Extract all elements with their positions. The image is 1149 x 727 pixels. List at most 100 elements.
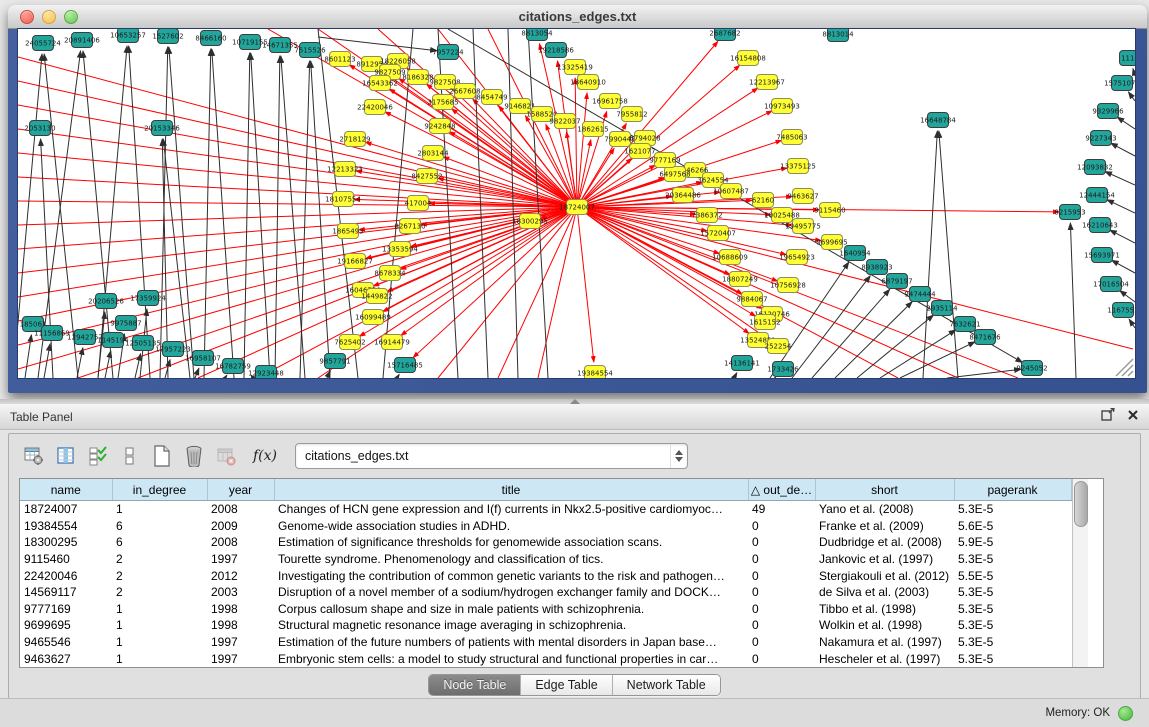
table-cell[interactable]: 0: [748, 650, 815, 667]
table-cell[interactable]: 18300295: [20, 534, 112, 551]
table-row[interactable]: 946362711997Embryonic stem cells: a mode…: [20, 650, 1071, 667]
table-cell[interactable]: 5.3E-5: [954, 601, 1071, 618]
citation-edge-red[interactable]: [577, 207, 594, 362]
window-titlebar[interactable]: citations_edges.txt: [8, 5, 1147, 29]
delete-table-icon[interactable]: [213, 443, 239, 469]
citation-edge[interactable]: [1133, 69, 1135, 76]
scrollbar-thumb[interactable]: [1074, 481, 1088, 527]
table-cell[interactable]: 1: [112, 617, 207, 634]
column-header-pagerank[interactable]: pagerank: [954, 479, 1071, 501]
tab-edge-table[interactable]: Edge Table: [521, 675, 612, 695]
citation-edge[interactable]: [1117, 117, 1135, 129]
table-cell[interactable]: Structural magnetic resonance image aver…: [274, 617, 748, 634]
table-cell[interactable]: 5.6E-5: [954, 518, 1071, 535]
zoom-window-button[interactable]: [64, 10, 78, 24]
table-cell[interactable]: 18724007: [20, 501, 112, 518]
table-cell[interactable]: 6: [112, 518, 207, 535]
column-header-out_de[interactable]: △ out_de…: [748, 479, 815, 501]
citation-edge[interactable]: [1129, 319, 1135, 328]
table-row[interactable]: 969969511998Structural magnetic resonanc…: [20, 617, 1071, 634]
table-cell[interactable]: de Silva et al. (2003): [815, 584, 954, 601]
table-cell[interactable]: 2: [112, 584, 207, 601]
citation-edge-red[interactable]: [18, 153, 577, 207]
table-cell[interactable]: Estimation of the future numbers of pati…: [274, 634, 748, 651]
citation-edge[interactable]: [25, 335, 31, 378]
table-cell[interactable]: 1: [112, 601, 207, 618]
citation-edge[interactable]: [792, 276, 870, 378]
row-height-icon[interactable]: [117, 443, 143, 469]
table-row[interactable]: 1830029562008Estimation of significance …: [20, 534, 1071, 551]
table-cell[interactable]: Tibbo et al. (1998): [815, 601, 954, 618]
close-panel-icon[interactable]: [1127, 409, 1139, 421]
table-cell[interactable]: 9465546: [20, 634, 112, 651]
table-cell[interactable]: 0: [748, 634, 815, 651]
table-cell[interactable]: Wolkin et al. (1998): [815, 617, 954, 634]
table-settings-icon[interactable]: [21, 443, 47, 469]
table-cell[interactable]: Yano et al. (2008): [815, 501, 954, 518]
table-cell[interactable]: Nakamura et al. (1997): [815, 634, 954, 651]
node-table-grid[interactable]: namein_degreeyeartitle△ out_de…shortpage…: [20, 479, 1072, 667]
column-header-short[interactable]: short: [815, 479, 954, 501]
tab-node-table[interactable]: Node Table: [429, 675, 521, 695]
citation-edge[interactable]: [734, 373, 737, 378]
table-cell[interactable]: 5.9E-5: [954, 534, 1071, 551]
table-cell[interactable]: 2008: [207, 501, 274, 518]
table-cell[interactable]: 0: [748, 601, 815, 618]
table-row[interactable]: 911546021997Tourette syndrome. Phenomeno…: [20, 551, 1071, 568]
column-header-year[interactable]: year: [207, 479, 274, 501]
citation-edge[interactable]: [1120, 291, 1135, 302]
delete-column-icon[interactable]: [181, 443, 207, 469]
table-cell[interactable]: 2: [112, 567, 207, 584]
citation-edge[interactable]: [1111, 143, 1135, 156]
citation-edge-red[interactable]: [577, 207, 778, 281]
citation-edge[interactable]: [251, 53, 270, 378]
table-cell[interactable]: 0: [748, 551, 815, 568]
citation-edge-red[interactable]: [385, 112, 577, 207]
citation-edge[interactable]: [775, 377, 776, 378]
table-cell[interactable]: 1998: [207, 601, 274, 618]
column-header-title[interactable]: title: [274, 479, 748, 501]
network-canvas[interactable]: 1872400786011238912954182260589827509818…: [18, 29, 1135, 378]
table-cell[interactable]: Dudbridge et al. (2008): [815, 534, 954, 551]
citation-edge[interactable]: [923, 131, 937, 378]
table-cell[interactable]: 49: [748, 501, 815, 518]
table-cell[interactable]: 2012: [207, 567, 274, 584]
table-cell[interactable]: Tourette syndrome. Phenomenology and cla…: [274, 551, 748, 568]
citation-edge[interactable]: [225, 375, 227, 378]
column-visibility-icon[interactable]: [53, 443, 79, 469]
citation-edge[interactable]: [835, 302, 912, 378]
table-cell[interactable]: 1: [112, 634, 207, 651]
table-cell[interactable]: 2: [112, 551, 207, 568]
citation-edge[interactable]: [1105, 172, 1135, 185]
citation-edge[interactable]: [318, 37, 437, 51]
function-builder-icon[interactable]: f(x): [253, 448, 277, 464]
citation-edge[interactable]: [195, 368, 199, 378]
table-cell[interactable]: 0: [748, 584, 815, 601]
table-cell[interactable]: 5.5E-5: [954, 567, 1071, 584]
table-cell[interactable]: 1998: [207, 617, 274, 634]
table-cell[interactable]: 1: [112, 501, 207, 518]
citation-edge[interactable]: [1107, 200, 1135, 213]
citation-edge[interactable]: [1070, 223, 1076, 378]
table-cell[interactable]: 6: [112, 534, 207, 551]
table-cell[interactable]: 1997: [207, 634, 274, 651]
table-cell[interactable]: Changes of HCN gene expression and I(f) …: [274, 501, 748, 518]
citation-edge[interactable]: [77, 348, 83, 378]
table-cell[interactable]: Investigating the contribution of common…: [274, 567, 748, 584]
table-cell[interactable]: 1997: [207, 551, 274, 568]
column-header-name[interactable]: name: [20, 479, 112, 501]
tab-network-table[interactable]: Network Table: [613, 675, 720, 695]
table-cell[interactable]: 0: [748, 567, 815, 584]
citation-edge-red[interactable]: [575, 78, 577, 207]
table-cell[interactable]: 0: [748, 617, 815, 634]
table-cell[interactable]: Genome-wide association studies in ADHD.: [274, 518, 748, 535]
table-cell[interactable]: 5.3E-5: [954, 650, 1071, 667]
table-cell[interactable]: Disruption of a novel member of a sodium…: [274, 584, 748, 601]
table-row[interactable]: 2242004622012Investigating the contribut…: [20, 567, 1071, 584]
citation-edge[interactable]: [204, 49, 211, 378]
table-scrollbar[interactable]: [1072, 479, 1088, 667]
citation-edge[interactable]: [939, 131, 958, 378]
table-cell[interactable]: 0: [748, 534, 815, 551]
table-cell[interactable]: Embryonic stem cells: a model to study s…: [274, 650, 748, 667]
table-cell[interactable]: 1997: [207, 650, 274, 667]
